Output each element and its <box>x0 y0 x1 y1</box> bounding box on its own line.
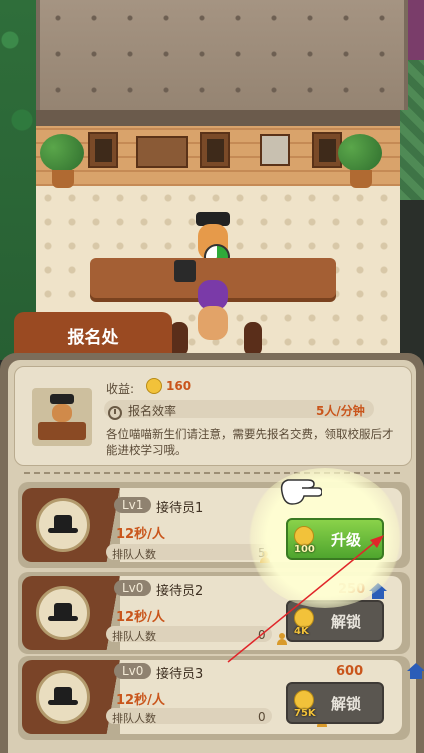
reception-desk-icon <box>32 388 92 446</box>
register-icon <box>174 260 196 282</box>
level-badge: Lv0 <box>114 663 152 679</box>
tab-registration[interactable]: 报名处 <box>14 312 172 358</box>
unlock-button-3[interactable]: 75K 解锁 <box>286 682 384 724</box>
button-cost: 75K <box>294 708 316 719</box>
window-icon <box>88 132 118 168</box>
staff-avatar-panel <box>22 660 106 734</box>
wall-ledge <box>36 110 400 126</box>
hat-icon <box>48 687 78 707</box>
avatar <box>36 586 90 640</box>
coin-icon <box>294 690 314 710</box>
staff-speed: 12秒/人 <box>116 693 165 708</box>
portrait-frame-icon <box>260 134 290 166</box>
coin-icon <box>146 378 162 394</box>
house-icon <box>407 662 424 679</box>
level-badge: Lv1 <box>114 497 152 513</box>
avatar <box>36 498 90 552</box>
student-cat-orange-icon <box>198 306 228 340</box>
grass-left <box>0 0 36 360</box>
building-roof <box>36 0 408 110</box>
arrow-icon <box>227 535 384 663</box>
revenue-label: 收益: <box>106 382 135 396</box>
stool-icon <box>244 322 262 356</box>
staff-name: 接待员3 <box>156 667 204 682</box>
window-icon <box>200 132 230 168</box>
hat-icon <box>48 515 78 535</box>
staff-name: 接待员2 <box>156 584 204 599</box>
avatar <box>36 670 90 724</box>
pointing-hand-icon <box>280 479 322 505</box>
tab-title: 报名处 <box>67 327 119 348</box>
efficiency-value: 5人/分钟 <box>316 404 365 418</box>
potted-plant-icon <box>40 134 84 190</box>
staff-speed: 12秒/人 <box>116 610 165 625</box>
level-badge: Lv0 <box>114 580 152 596</box>
queue-label: 排队人数 <box>112 548 156 561</box>
efficiency-label: 报名效率 <box>128 404 177 418</box>
queue-label: 排队人数 <box>112 630 156 643</box>
staff-speed: 12秒/人 <box>116 527 165 542</box>
staff-name: 接待员1 <box>156 501 204 516</box>
description-text: 各位喵喵新生们请注意，需要先报名交费，领取校服后才能进校学习哦。 <box>106 427 394 457</box>
queue-count: 0 <box>258 710 266 724</box>
queue-label: 排队人数 <box>112 712 156 725</box>
staff-avatar-panel <box>22 576 106 650</box>
clock-icon <box>108 405 122 420</box>
bookshelf-icon <box>136 136 188 168</box>
button-label: 解锁 <box>330 694 361 713</box>
revenue-value: 160 <box>166 379 192 393</box>
staff-avatar-panel <box>22 488 106 562</box>
potted-plant-icon <box>338 134 382 190</box>
stool-icon <box>170 322 188 356</box>
hat-icon <box>48 603 78 623</box>
